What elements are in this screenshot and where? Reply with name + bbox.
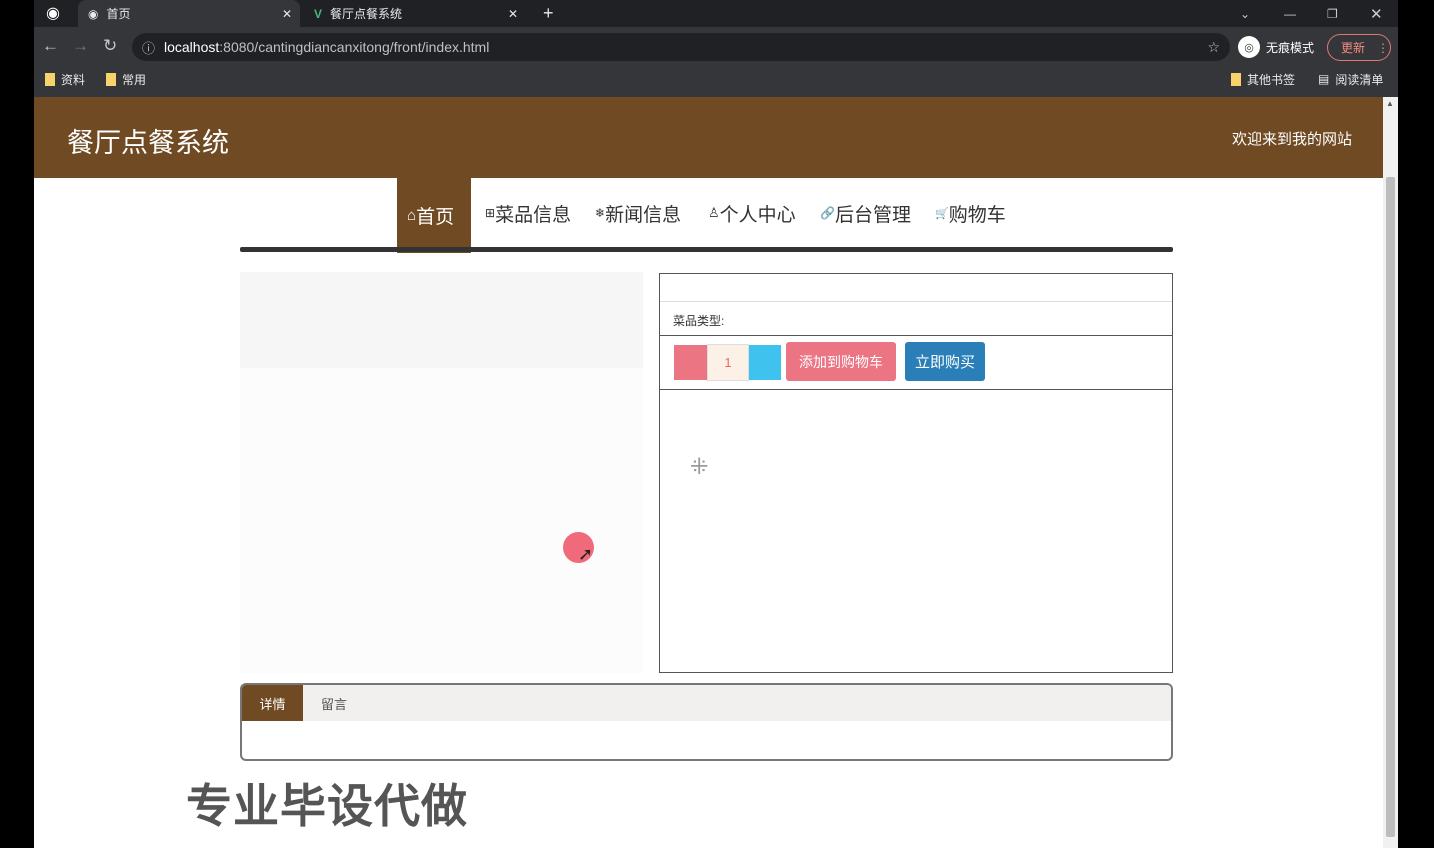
nav-profile[interactable]: ♙ 个人中心 <box>708 178 796 248</box>
incognito-indicator[interactable]: ◎ 无痕模式 <box>1238 35 1314 59</box>
tab-comments[interactable]: 留言 <box>303 685 365 721</box>
home-icon: ⌂ <box>407 207 417 224</box>
nav-label: 首页 <box>416 207 455 228</box>
tab-search-icon[interactable]: ⌄ <box>1240 0 1250 27</box>
reading-list-label: 阅读清单 <box>1335 72 1384 87</box>
watermark: 专业毕设代做 <box>186 780 468 832</box>
nav-label: 个人中心 <box>719 204 796 226</box>
restore-button[interactable]: ❐ <box>1327 0 1338 27</box>
category-row: 菜品类型: <box>660 302 1172 336</box>
scroll-up-icon[interactable]: ▲ <box>1386 99 1394 108</box>
close-tab-icon[interactable]: ✕ <box>282 7 292 21</box>
bookmark-label: 其他书签 <box>1247 72 1296 87</box>
nav-label: 后台管理 <box>834 204 911 226</box>
user-icon: ♙ <box>708 205 720 220</box>
quantity-input[interactable]: 1 <box>707 344 749 381</box>
address-bar[interactable]: ⓘ localhost:8080/cantingdiancanxitong/fr… <box>132 33 1230 61</box>
loading-icon: ⁜ <box>690 454 709 479</box>
welcome-text: 欢迎来到我的网站 <box>1232 131 1353 148</box>
back-icon[interactable]: ← <box>42 36 59 56</box>
dish-image-area <box>240 368 643 673</box>
incognito-label: 无痕模式 <box>1266 40 1315 55</box>
add-to-cart-button[interactable]: 添加到购物车 <box>786 342 896 381</box>
nav-home[interactable]: ⌂ 首页 <box>397 178 471 253</box>
tab-details[interactable]: 详情 <box>242 685 303 721</box>
info-icon: ⓘ <box>142 40 156 56</box>
reading-list-icon: ▤ <box>1318 72 1330 86</box>
other-bookmarks[interactable]: 其他书签 <box>1231 71 1295 87</box>
reading-list[interactable]: ▤ 阅读清单 <box>1318 71 1383 87</box>
nav-label: 购物车 <box>948 204 1006 226</box>
category-label: 菜品类型: <box>673 314 725 328</box>
url-path: :8080/cantingdiancanxitong/front/index.h… <box>219 39 490 55</box>
dish-image <box>240 272 643 368</box>
scrollbar[interactable]: ▲ <box>1383 97 1398 848</box>
snowflake-icon: ❄ <box>595 206 606 220</box>
star-icon[interactable]: ☆ <box>1207 39 1220 56</box>
detail-tabs: 详情 留言 <box>240 683 1173 761</box>
update-label: 更新 <box>1341 41 1366 55</box>
nav-news[interactable]: ❄ 新闻信息 <box>595 178 681 248</box>
new-tab-button[interactable]: + <box>543 0 554 27</box>
nav-label: 新闻信息 <box>605 204 682 226</box>
decrease-quantity-button[interactable] <box>674 345 707 380</box>
cart-icon: 🛒 <box>935 207 949 220</box>
nav-dishes[interactable]: ⊞ 菜品信息 <box>485 178 571 248</box>
close-tab-icon[interactable]: ✕ <box>508 7 518 21</box>
folder-icon <box>106 72 116 86</box>
bookmark-1[interactable]: 资料 <box>45 71 85 87</box>
scrollbar-thumb[interactable] <box>1386 177 1395 837</box>
forward-icon[interactable]: → <box>72 36 89 56</box>
bookmark-label: 常用 <box>122 72 147 87</box>
close-window-button[interactable]: ✕ <box>1370 0 1383 27</box>
cursor-icon: ➚ <box>578 544 594 564</box>
dish-name-row <box>660 274 1172 302</box>
nav-cart[interactable]: 🛒 购物车 <box>935 178 1006 248</box>
globe-icon: ◉ <box>88 6 99 21</box>
link-icon: 🔗 <box>820 206 835 220</box>
folder-icon <box>45 72 55 86</box>
site-title: 餐厅点餐系统 <box>67 128 229 158</box>
reload-icon[interactable]: ↻ <box>103 36 117 56</box>
gift-icon: ⊞ <box>485 206 496 220</box>
increase-quantity-button[interactable] <box>749 345 781 380</box>
nav-admin[interactable]: 🔗 后台管理 <box>820 178 911 248</box>
vue-icon: V <box>314 6 323 21</box>
update-button[interactable]: 更新 ⋮ <box>1327 34 1391 61</box>
site-header <box>34 97 1383 178</box>
dish-detail-panel: 菜品类型: ⁜ <box>659 273 1173 673</box>
tab-header: 详情 留言 <box>242 685 1171 721</box>
nav-underline <box>240 247 1173 252</box>
tab-title: 首页 <box>106 7 131 21</box>
menu-icon: ⋮ <box>1377 40 1390 55</box>
bookmark-2[interactable]: 常用 <box>106 71 146 87</box>
minimize-button[interactable]: — <box>1284 0 1296 27</box>
bookmark-label: 资料 <box>61 72 86 87</box>
tab-title: 餐厅点餐系统 <box>330 7 403 21</box>
browser-tab-home[interactable]: ◉ 首页 ✕ <box>78 0 300 27</box>
buy-now-button[interactable]: 立即购买 <box>905 342 985 381</box>
folder-icon <box>1231 72 1241 86</box>
incognito-icon: ◎ <box>1238 36 1260 58</box>
nav-label: 菜品信息 <box>495 204 572 226</box>
browser-tab-app[interactable]: V 餐厅点餐系统 ✕ <box>310 0 532 27</box>
globe-icon: ◉ <box>46 5 60 22</box>
url-host: localhost <box>164 39 220 55</box>
